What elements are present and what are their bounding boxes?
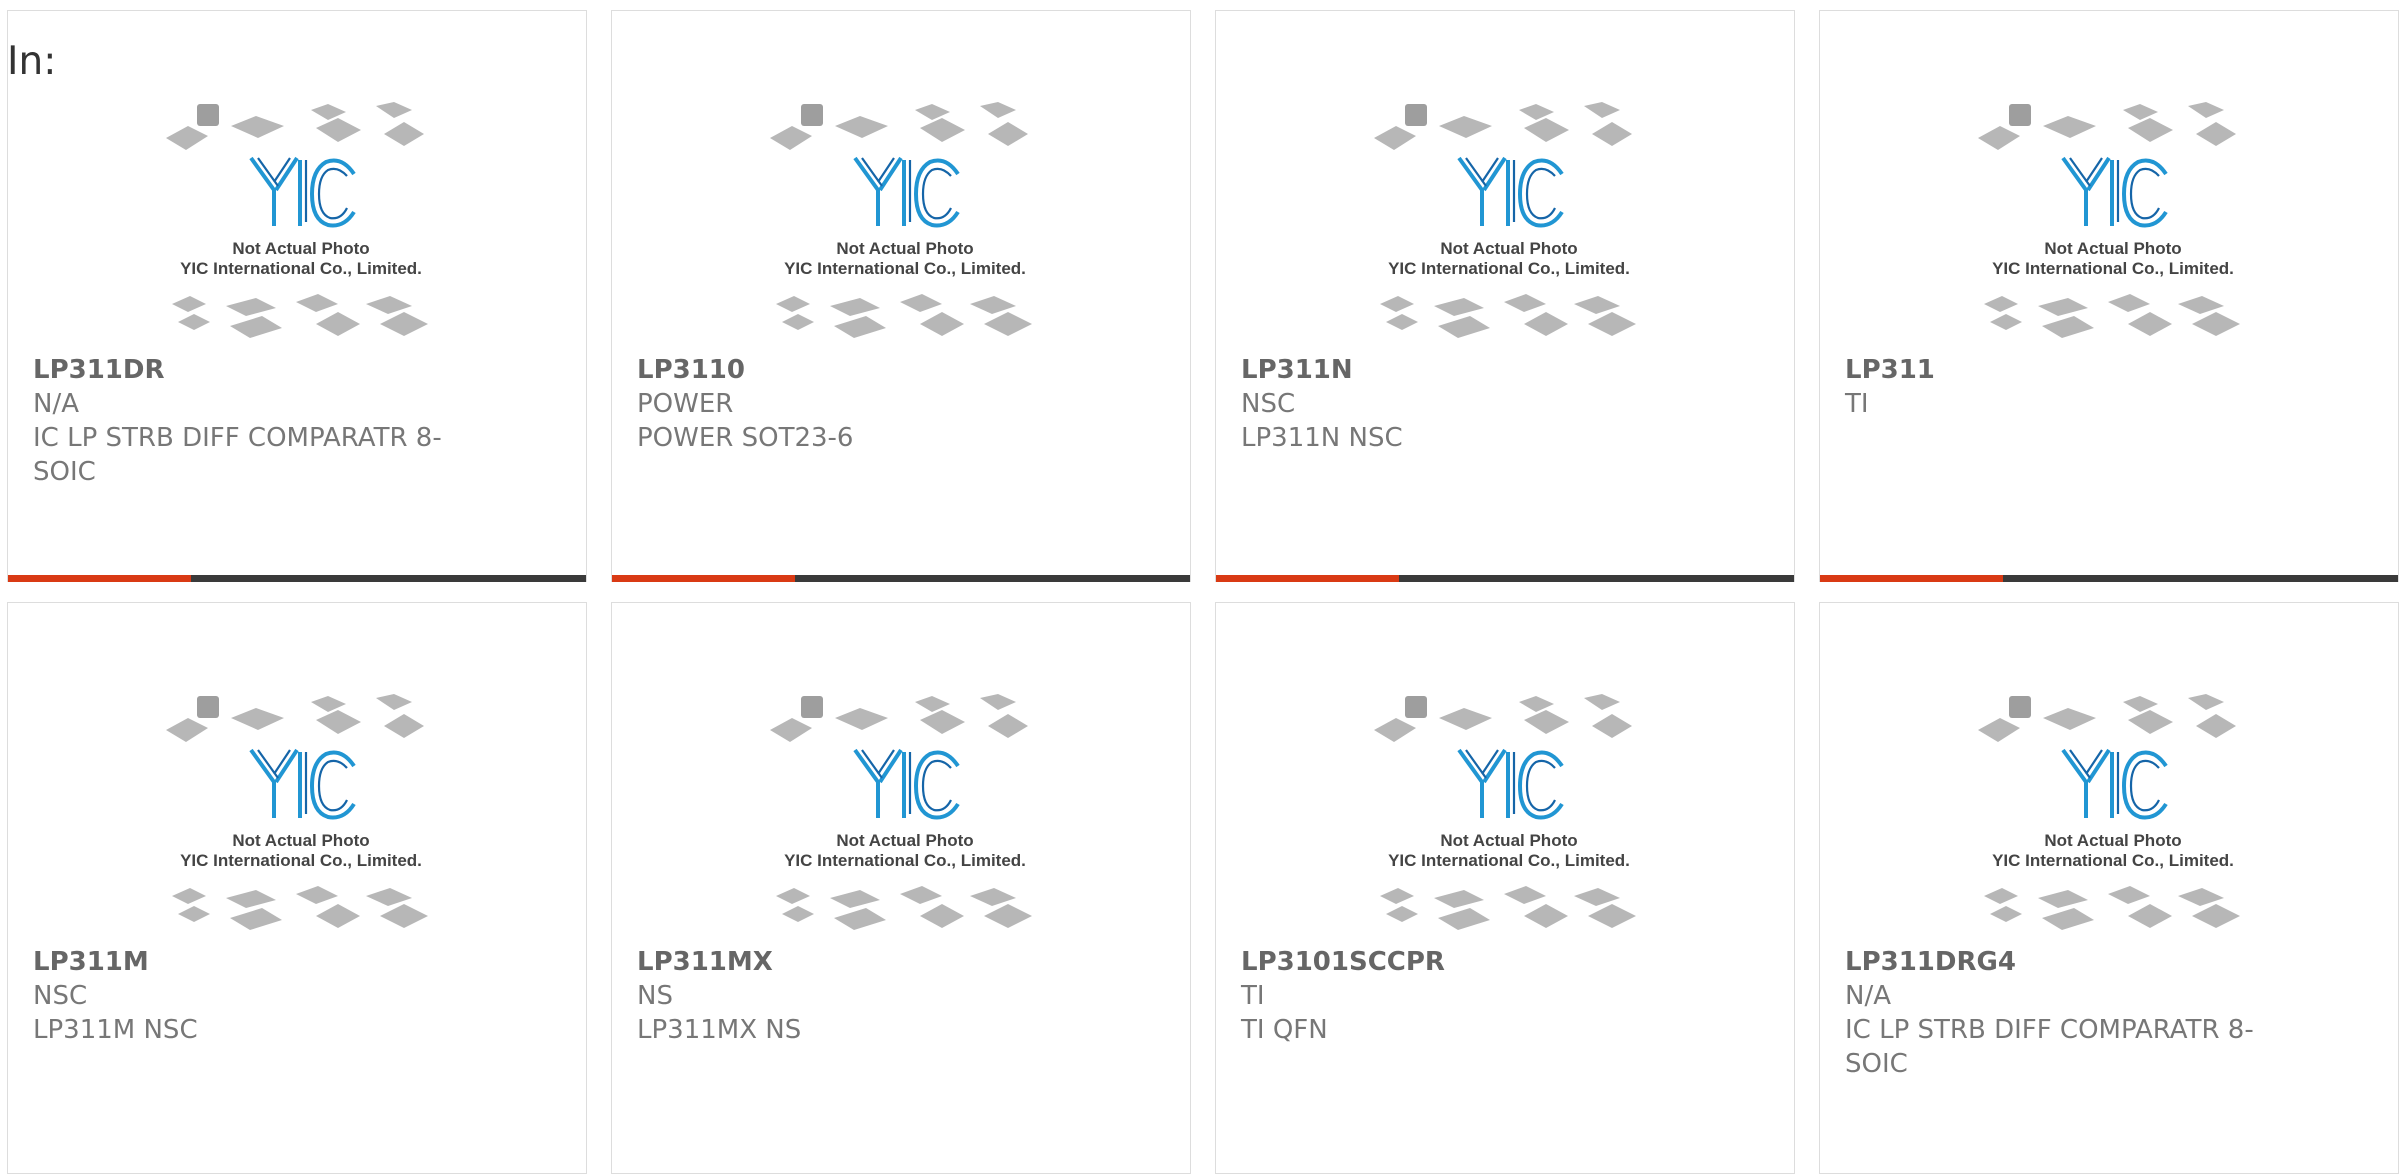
chip-icons-bottom (1984, 294, 2240, 338)
description: IC LP STRB DIFF COMPARATR 8-SOIC (1845, 1015, 2254, 1079)
product-card[interactable]: Not Actual Photo YIC International Co., … (611, 602, 1191, 1174)
product-photo-placeholder: Not Actual Photo YIC International Co., … (1978, 694, 2240, 930)
chip-icons-top (1978, 102, 2236, 150)
chip-icons-top (1978, 694, 2236, 742)
company-caption: YIC International Co., Limited. (1992, 851, 2234, 870)
card-footer-bar (612, 575, 1190, 582)
manufacturer: TI (1241, 981, 1265, 1011)
yic-logo-icon (249, 748, 356, 820)
manufacturer: TI (1845, 389, 1869, 419)
product-card[interactable]: Not Actual Photo YIC International Co., … (1215, 10, 1795, 582)
yic-logo-icon (2061, 156, 2168, 228)
chip-icons-top (770, 102, 1028, 150)
product-photo-placeholder: Not Actual Photo YIC International Co., … (166, 102, 428, 338)
part-number-link[interactable]: LP311M (33, 945, 463, 979)
yic-logo-icon (249, 156, 356, 228)
chip-icons-bottom (1380, 294, 1636, 338)
card-footer-accent (1820, 575, 2003, 582)
company-caption: YIC International Co., Limited. (180, 851, 422, 870)
company-caption: YIC International Co., Limited. (1388, 851, 1630, 870)
product-photo-placeholder: Not Actual Photo YIC International Co., … (1374, 102, 1636, 338)
product-photo-placeholder: Not Actual Photo YIC International Co., … (1374, 694, 1636, 930)
chip-icons-top (166, 694, 424, 742)
company-caption: YIC International Co., Limited. (1388, 259, 1630, 278)
not-actual-photo-caption: Not Actual Photo (836, 831, 973, 850)
product-info: LP311N NSC LP311N NSC (1241, 353, 1671, 455)
not-actual-photo-caption: Not Actual Photo (1440, 831, 1577, 850)
chip-icons-bottom (1380, 886, 1636, 930)
chip-icons-top (1374, 102, 1632, 150)
product-card[interactable]: Not Actual Photo YIC International Co., … (7, 10, 587, 582)
product-card[interactable]: Not Actual Photo YIC International Co., … (7, 602, 587, 1174)
card-footer-bar (1216, 575, 1794, 582)
manufacturer: NSC (1241, 389, 1296, 419)
not-actual-photo-caption: Not Actual Photo (232, 239, 369, 258)
product-info: LP311 TI (1845, 353, 2275, 421)
product-card[interactable]: Not Actual Photo YIC International Co., … (1819, 10, 2399, 582)
not-actual-photo-caption: Not Actual Photo (2044, 239, 2181, 258)
manufacturer: N/A (33, 389, 79, 419)
chip-icons-bottom (776, 886, 1032, 930)
company-caption: YIC International Co., Limited. (784, 851, 1026, 870)
product-info: LP311DR N/A IC LP STRB DIFF COMPARATR 8-… (33, 353, 463, 489)
chip-icons-top (166, 102, 424, 150)
chip-icons-bottom (172, 294, 428, 338)
card-footer-accent (612, 575, 795, 582)
product-info: LP311M NSC LP311M NSC (33, 945, 463, 1047)
product-photo-placeholder: Not Actual Photo YIC International Co., … (1978, 102, 2240, 338)
description: POWER SOT23-6 (637, 423, 854, 453)
product-info: LP311DRG4 N/A IC LP STRB DIFF COMPARATR … (1845, 945, 2275, 1081)
manufacturer: POWER (637, 389, 734, 419)
manufacturer: NSC (33, 981, 88, 1011)
card-footer-bar (1820, 575, 2398, 582)
yic-logo-icon (2061, 748, 2168, 820)
card-footer-bar (8, 575, 586, 582)
part-number-link[interactable]: LP3101SCCPR (1241, 945, 1671, 979)
product-card[interactable]: Not Actual Photo YIC International Co., … (1215, 602, 1795, 1174)
manufacturer: N/A (1845, 981, 1891, 1011)
product-photo-placeholder: Not Actual Photo YIC International Co., … (166, 694, 428, 930)
part-number-link[interactable]: LP311MX (637, 945, 1067, 979)
product-info: LP3110 POWER POWER SOT23-6 (637, 353, 1067, 455)
chip-icons-bottom (172, 886, 428, 930)
product-info: LP311MX NS LP311MX NS (637, 945, 1067, 1047)
company-caption: YIC International Co., Limited. (1992, 259, 2234, 278)
description: LP311MX NS (637, 1015, 802, 1045)
yic-logo-icon (853, 748, 960, 820)
description: TI QFN (1241, 1015, 1328, 1045)
chip-icons-bottom (1984, 886, 2240, 930)
part-number-link[interactable]: LP311DR (33, 353, 463, 387)
not-actual-photo-caption: Not Actual Photo (2044, 831, 2181, 850)
product-card[interactable]: Not Actual Photo YIC International Co., … (611, 10, 1191, 582)
chip-icons-top (770, 694, 1028, 742)
search-in-label: In: (7, 39, 57, 84)
yic-logo-icon (1457, 156, 1564, 228)
card-footer-accent (8, 575, 191, 582)
product-photo-placeholder: Not Actual Photo YIC International Co., … (770, 694, 1032, 930)
part-number-link[interactable]: LP311DRG4 (1845, 945, 2275, 979)
company-caption: YIC International Co., Limited. (180, 259, 422, 278)
product-info: LP3101SCCPR TI TI QFN (1241, 945, 1671, 1047)
yic-logo-icon (1457, 748, 1564, 820)
card-footer-accent (1216, 575, 1399, 582)
manufacturer: NS (637, 981, 673, 1011)
company-caption: YIC International Co., Limited. (784, 259, 1026, 278)
product-card[interactable]: Not Actual Photo YIC International Co., … (1819, 602, 2399, 1174)
not-actual-photo-caption: Not Actual Photo (232, 831, 369, 850)
description: LP311M NSC (33, 1015, 198, 1045)
part-number-link[interactable]: LP3110 (637, 353, 1067, 387)
chip-icons-top (1374, 694, 1632, 742)
product-grid: Not Actual Photo YIC International Co., … (7, 10, 2400, 1174)
yic-logo-icon (853, 156, 960, 228)
chip-icons-bottom (776, 294, 1032, 338)
description: LP311N NSC (1241, 423, 1403, 453)
part-number-link[interactable]: LP311N (1241, 353, 1671, 387)
not-actual-photo-caption: Not Actual Photo (1440, 239, 1577, 258)
part-number-link[interactable]: LP311 (1845, 353, 2275, 387)
not-actual-photo-caption: Not Actual Photo (836, 239, 973, 258)
description: IC LP STRB DIFF COMPARATR 8-SOIC (33, 423, 442, 487)
product-photo-placeholder: Not Actual Photo YIC International Co., … (770, 102, 1032, 338)
